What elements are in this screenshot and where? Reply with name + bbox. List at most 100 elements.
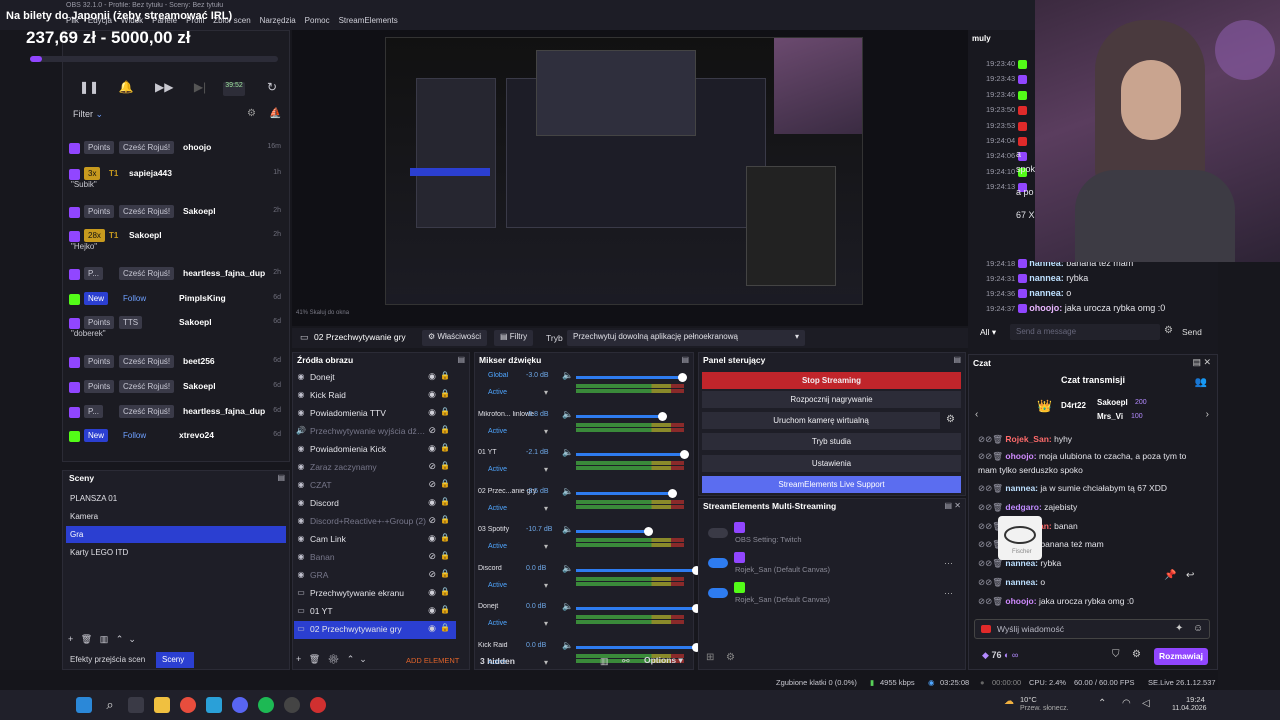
boat-icon[interactable]: ⛵ (269, 108, 281, 119)
users-icon[interactable]: 👥 (1195, 377, 1207, 388)
add-element-button[interactable]: ADD ELEMENT (406, 656, 459, 665)
lock-icon[interactable]: 🔒 (440, 551, 450, 560)
eye-icon[interactable]: ◉ (428, 389, 436, 400)
source-item[interactable]: 🔊 Przechwytywanie wyjścia dźwięk ⊘ 🔒 (294, 423, 456, 441)
source-item[interactable]: ◉ Banan ⊘ 🔒 (294, 549, 456, 567)
chrome-icon[interactable] (180, 697, 196, 713)
volume-icon[interactable]: 🔈 (562, 563, 573, 574)
gear-icon[interactable]: ⚙ (726, 652, 735, 663)
menu-streamelements[interactable]: StreamElements (339, 16, 398, 28)
dock-float-icon[interactable]: ▤ (277, 473, 285, 482)
chevron-down-icon[interactable]: ▾ (544, 581, 548, 590)
chat-input[interactable]: Wyślij wiadomość ✦ ☺ (974, 619, 1210, 639)
tab-transitions[interactable]: Efekty przejścia scen (66, 652, 152, 668)
volume-fader[interactable] (576, 607, 696, 610)
volume-icon[interactable]: 🔈 (562, 640, 573, 651)
send-button[interactable]: Send (1182, 327, 1202, 337)
pin-icon[interactable]: 📌 (1164, 570, 1176, 581)
toggle-off[interactable] (708, 528, 728, 538)
activity-item[interactable]: Points Cześć Rojuś! Sakoepl 2h (69, 203, 281, 227)
eye-hidden-icon[interactable]: ⊘ (428, 425, 436, 436)
volume-icon[interactable]: 🔈 (562, 524, 573, 535)
stop-streaming-button[interactable]: Stop Streaming (702, 372, 961, 389)
skip-icon[interactable]: ▶▶ (155, 80, 173, 98)
activity-item[interactable]: New Follow xtrevo24 6d (69, 427, 281, 451)
chevron-down-icon[interactable]: ▾ (544, 658, 548, 667)
dock-float-icon[interactable]: ▤ (457, 355, 465, 364)
streamelements-icon[interactable] (310, 697, 326, 713)
gear-icon[interactable]: ⚙ (247, 108, 256, 119)
volume-fader[interactable] (576, 414, 662, 418)
tab-scenes[interactable]: Sceny (156, 652, 194, 668)
windows-start-icon[interactable] (76, 697, 92, 713)
search-icon[interactable]: ⌕ (102, 697, 118, 713)
eye-hidden-icon[interactable]: ⊘ (428, 461, 436, 472)
pause-icon[interactable]: ❚❚ (79, 80, 99, 98)
source-item[interactable]: ◉ Discord ◉ 🔒 (294, 495, 456, 513)
eye-hidden-icon[interactable]: ⊘ (428, 515, 436, 526)
activity-item[interactable]: P... Cześć Rojuś! heartless_fajna_dup 2h (69, 265, 281, 289)
volume-fader[interactable] (576, 530, 648, 533)
eye-icon[interactable]: ◉ (428, 407, 436, 418)
lock-icon[interactable]: 🔒 (440, 515, 450, 524)
source-item[interactable]: ◉ Powiadomienia TTV ◉ 🔒 (294, 405, 456, 423)
eye-icon[interactable]: ◉ (428, 497, 436, 508)
source-item[interactable]: ◉ CZAT ⊘ 🔒 (294, 477, 456, 495)
lock-icon[interactable]: 🔒 (440, 497, 450, 506)
lock-icon[interactable]: 🔒 (440, 443, 450, 452)
chat-message[interactable]: ⊘⊘🗑 nannea: o (978, 575, 1190, 589)
dock-float-icon[interactable]: ▤ (681, 355, 689, 364)
source-item[interactable]: ◉ GRA ⊘ 🔒 (294, 567, 456, 585)
lock-icon[interactable]: 🔒 (440, 425, 450, 434)
more-icon[interactable]: ⋯ (944, 558, 953, 569)
eye-hidden-icon[interactable]: ⊘ (428, 551, 436, 562)
mod-actions-icon[interactable]: ⊘⊘🗑 (978, 596, 1003, 606)
mixer-layout-icon[interactable]: ▥ (600, 656, 609, 667)
lock-icon[interactable]: 🔒 (440, 587, 450, 596)
reply-icon[interactable]: ↩ (1186, 570, 1194, 581)
scene-item[interactable]: Gra (66, 526, 286, 543)
volume-icon[interactable]: 🔈 (562, 601, 573, 612)
menu-help[interactable]: Pomoc (305, 16, 330, 28)
volume-fader[interactable] (576, 568, 696, 572)
add-icon[interactable]: + (296, 654, 301, 664)
eye-hidden-icon[interactable]: ⊘ (428, 479, 436, 490)
volume-fader[interactable] (576, 376, 682, 379)
scene-item[interactable]: Kamera (66, 508, 286, 525)
source-item[interactable]: ◉ Powiadomienia Kick ◉ 🔒 (294, 441, 456, 459)
spotify-icon[interactable] (258, 697, 274, 713)
toggle-on[interactable] (708, 558, 728, 568)
lock-icon[interactable]: 🔒 (440, 389, 450, 398)
chevron-down-icon[interactable]: ▾ (544, 619, 548, 628)
eye-icon[interactable]: ◉ (428, 443, 436, 454)
mod-actions-icon[interactable]: ⊘⊘🗑 (978, 483, 1003, 493)
layout-icon[interactable]: ▥ (100, 634, 109, 644)
move-down-icon[interactable]: ⌄ (128, 634, 136, 644)
volume-fader[interactable] (576, 453, 684, 456)
volume-icon[interactable]: 🔈 (562, 486, 573, 497)
fader-handle[interactable] (680, 450, 689, 459)
history-icon[interactable]: ↻ (263, 80, 281, 98)
fader-handle[interactable] (658, 411, 667, 421)
lock-icon[interactable]: 🔒 (440, 479, 450, 488)
eye-icon[interactable]: ◉ (428, 623, 436, 634)
source-item[interactable]: ◉ Donejt ◉ 🔒 (294, 369, 456, 387)
fader-handle[interactable] (668, 488, 677, 498)
chevron-down-icon[interactable]: ▾ (544, 504, 548, 513)
eye-icon[interactable]: ◉ (428, 371, 436, 382)
source-item[interactable]: ◉ Cam Link ◉ 🔒 (294, 531, 456, 549)
add-icon[interactable]: + (68, 634, 73, 644)
fader-handle[interactable] (644, 527, 653, 536)
live-support-button[interactable]: StreamElements Live Support (702, 476, 961, 493)
chat-filter-select[interactable]: All ▾ (980, 327, 996, 338)
tray-chevron-icon[interactable]: ⌃ (1098, 698, 1106, 709)
close-icon[interactable]: ▤ ✕ (1192, 357, 1211, 368)
mod-actions-icon[interactable]: ⊘⊘🗑 (978, 577, 1003, 587)
menu-tools[interactable]: Narzędzia (260, 16, 296, 28)
task-view-icon[interactable] (128, 697, 144, 713)
start-recording-button[interactable]: Rozpocznij nagrywanie (702, 391, 961, 408)
trash-icon[interactable]: 🗑 (309, 654, 320, 664)
mixer-link-icon[interactable]: ⚯ (622, 656, 630, 667)
emoji-icon[interactable]: ☺ (1193, 623, 1203, 634)
activity-item[interactable]: New Follow PimpIsKing 6d (69, 290, 281, 314)
